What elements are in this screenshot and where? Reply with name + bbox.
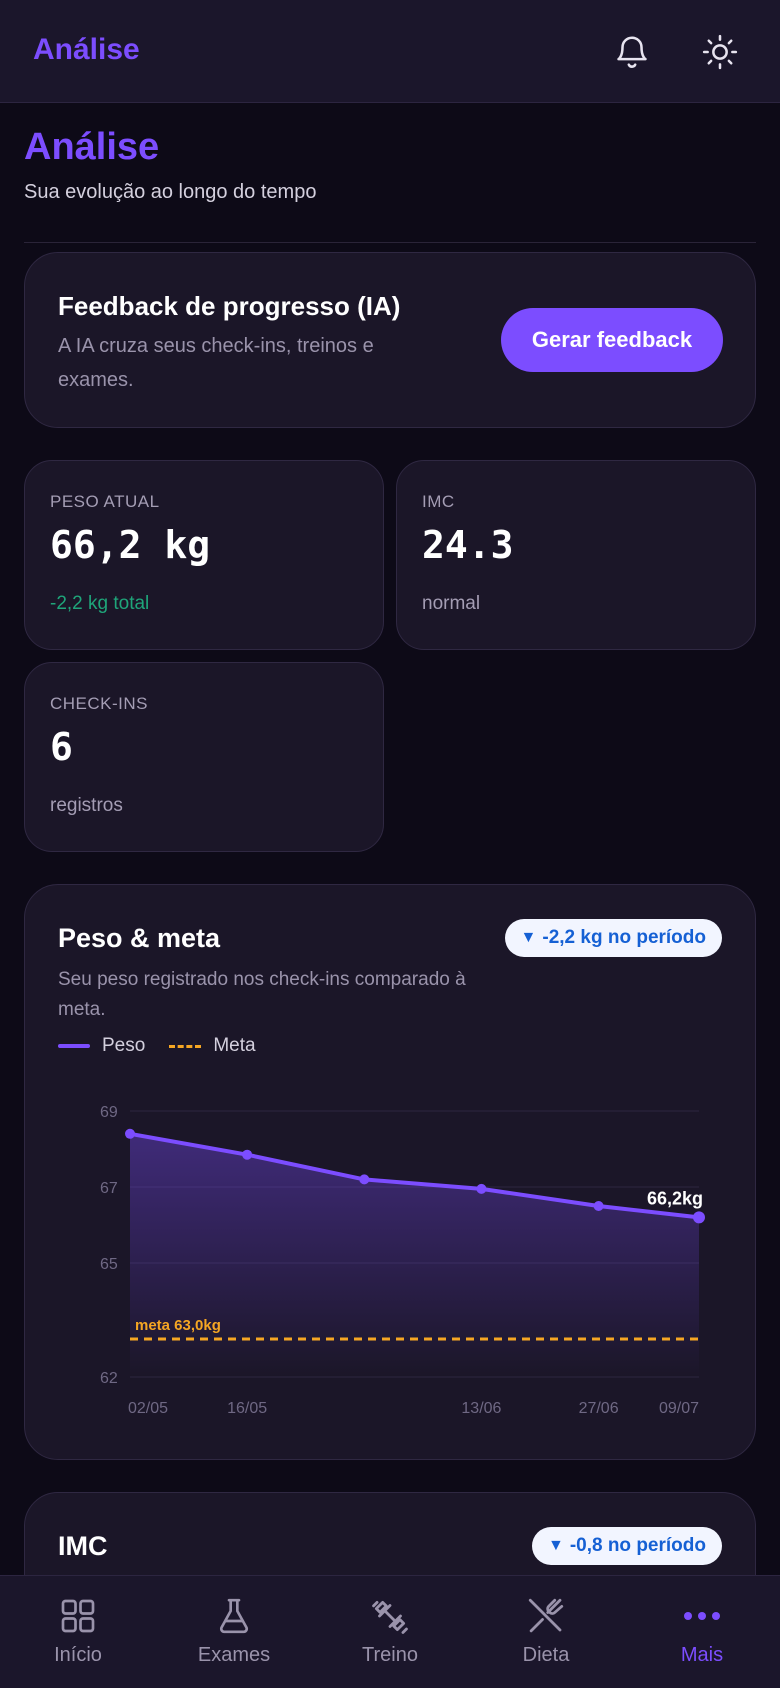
page-title: Análise <box>24 126 160 168</box>
weight-line-chart: 69 67 65 62 meta 63,0kg 66,2kg 02/05 16/05 13/06… <box>100 1104 705 1417</box>
weight-point <box>125 1128 135 1139</box>
y-tick-label: 67 <box>100 1180 118 1197</box>
end-value-label: 66,2kg <box>647 1188 703 1208</box>
stat-note: normal <box>422 593 481 614</box>
x-tick-label: 13/06 <box>461 1400 501 1417</box>
weight-point <box>242 1149 253 1160</box>
weight-chart-card: Peso & meta ▼ -2,2 kg no período Seu pes… <box>24 884 756 1460</box>
stat-card-check-ins: CHECK-INS 6 registros <box>24 662 384 852</box>
sun-icon <box>702 34 738 70</box>
nav-label: Dieta <box>522 1644 570 1666</box>
top-app-bar: Análise <box>0 0 780 103</box>
weight-area <box>130 1133 699 1377</box>
stat-note: registros <box>50 795 123 816</box>
x-tick-label: 09/07 <box>659 1400 699 1417</box>
nav-item-exames[interactable]: Exames <box>156 1576 312 1688</box>
stat-value: 6 <box>50 725 73 769</box>
stat-note: -2,2 kg total <box>50 593 150 614</box>
page-subtitle: Sua evolução ao longo do tempo <box>24 181 317 203</box>
header-divider <box>24 242 756 243</box>
weight-point <box>693 1211 705 1224</box>
feedback-title: Feedback de progresso (IA) <box>58 291 401 321</box>
stat-label: PESO ATUAL <box>50 492 160 511</box>
grid-icon <box>61 1599 95 1633</box>
stat-value: 24.3 <box>422 523 514 567</box>
flask-icon <box>219 1598 249 1634</box>
bell-icon <box>617 36 647 68</box>
app-bar-title: Análise <box>33 33 140 66</box>
nav-item-inicio[interactable]: Início <box>0 1576 156 1688</box>
nav-item-treino[interactable]: Treino <box>312 1576 468 1688</box>
nav-item-dieta[interactable]: Dieta <box>468 1576 624 1688</box>
chart-title: IMC <box>58 1531 108 1561</box>
theme-toggle-button[interactable] <box>696 28 744 76</box>
generate-feedback-button[interactable]: Gerar feedback <box>501 308 723 372</box>
stat-card-imc: IMC 24.3 normal <box>396 460 756 650</box>
y-tick-label: 69 <box>100 1104 118 1121</box>
stat-label: CHECK-INS <box>50 694 149 713</box>
feedback-description: A IA cruza seus check-ins, treinos e exa… <box>58 335 374 391</box>
nav-label: Treino <box>362 1644 418 1666</box>
nav-label: Exames <box>197 1644 271 1666</box>
y-tick-label: 65 <box>100 1256 118 1273</box>
weight-point <box>476 1183 487 1194</box>
nav-label: Início <box>54 1644 102 1666</box>
dumbbell-icon <box>372 1600 408 1634</box>
utensils-icon <box>528 1598 564 1633</box>
nav-item-mais[interactable]: Mais <box>624 1576 780 1688</box>
weight-point <box>359 1174 370 1185</box>
notifications-button[interactable] <box>608 28 656 76</box>
x-tick-label: 16/05 <box>227 1400 267 1417</box>
bottom-navigation: Início Exames Treino Dieta Mais <box>0 1575 780 1688</box>
x-tick-label: 27/06 <box>579 1400 619 1417</box>
triangle-down-icon: ▼ <box>547 1537 564 1554</box>
nav-label: Mais <box>680 1644 724 1666</box>
stat-card-current-weight: PESO ATUAL 66,2 kg -2,2 kg total <box>24 460 384 650</box>
stat-label: IMC <box>422 492 455 511</box>
stat-value: 66,2 kg <box>50 523 211 567</box>
x-tick-label: 02/05 <box>128 1400 168 1417</box>
imc-change-badge: ▼ -0,8 no período <box>531 1527 722 1565</box>
weight-point <box>593 1201 604 1211</box>
more-dots-icon <box>684 1612 720 1620</box>
y-tick-label: 62 <box>100 1370 118 1387</box>
badge-text: -0,8 no período <box>569 1535 706 1556</box>
ai-feedback-card: Feedback de progresso (IA) A IA cruza se… <box>24 252 756 428</box>
goal-label: meta 63,0kg <box>135 1317 221 1334</box>
